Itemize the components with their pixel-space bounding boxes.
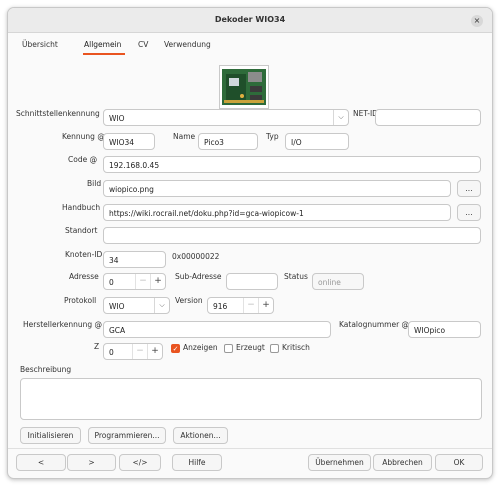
plus-icon[interactable]: + xyxy=(258,298,273,313)
handbuch-label: Handbuch xyxy=(62,203,101,212)
interface-label: Schnittstellenkennung xyxy=(16,109,100,118)
kritisch-label: Kritisch xyxy=(282,343,310,352)
close-button[interactable]: × xyxy=(471,15,483,27)
tab-allgemein[interactable]: Allgemein xyxy=(84,40,121,49)
minus-icon[interactable]: − xyxy=(243,298,258,313)
kennung-label: Kennung @ xyxy=(62,132,105,141)
prev-button[interactable]: < xyxy=(16,454,66,471)
adresse-value: 0 xyxy=(109,278,114,287)
titlebar: Dekoder WIO34 × xyxy=(8,8,492,33)
katalog-input[interactable]: WIOpico xyxy=(408,321,481,338)
abbrechen-button[interactable]: Abbrechen xyxy=(373,454,432,471)
initialisieren-button[interactable]: Initialisieren xyxy=(20,427,81,444)
z-spinner[interactable]: 0 − + xyxy=(103,343,163,360)
knoten-label: Knoten-ID xyxy=(65,250,103,259)
standort-input[interactable] xyxy=(103,227,481,244)
tab-cv[interactable]: CV xyxy=(138,40,148,49)
circuit-board-icon xyxy=(222,69,266,105)
aktionen-button[interactable]: Aktionen... xyxy=(173,427,228,444)
code-button[interactable]: </> xyxy=(119,454,161,471)
bild-input[interactable]: wiopico.png xyxy=(103,180,451,197)
handbuch-browse-button[interactable]: ... xyxy=(457,204,481,221)
ok-button[interactable]: OK xyxy=(435,454,483,471)
next-button[interactable]: > xyxy=(67,454,116,471)
protokoll-value: WIO xyxy=(109,302,125,311)
hersteller-label: Herstellerkennung @ xyxy=(23,320,103,329)
tab-uebersicht[interactable]: Übersicht xyxy=(22,40,58,49)
status-label: Status xyxy=(284,272,308,281)
window-title: Dekoder WIO34 xyxy=(214,15,286,24)
uebernehmen-button[interactable]: Übernehmen xyxy=(308,454,371,471)
active-tab-indicator xyxy=(83,53,125,55)
bild-label: Bild xyxy=(87,179,102,188)
minus-icon[interactable]: − xyxy=(132,344,147,359)
handbuch-input[interactable]: https://wiki.rocrail.net/doku.php?id=gca… xyxy=(103,204,451,221)
kritisch-checkbox[interactable] xyxy=(270,344,279,353)
status-field: online xyxy=(312,273,364,290)
interface-select[interactable]: WIO ⌵ xyxy=(103,109,349,126)
code-input[interactable]: 192.168.0.45 xyxy=(103,156,481,173)
z-value: 0 xyxy=(109,348,114,357)
typ-label: Typ xyxy=(266,132,279,141)
protokoll-select[interactable]: WIO ⌵ xyxy=(103,297,170,314)
beschreibung-textarea[interactable] xyxy=(20,378,482,420)
knoten-hex: 0x00000022 xyxy=(172,252,220,261)
tab-bar: Übersicht Allgemein CV Verwendung xyxy=(8,34,492,52)
plus-icon[interactable]: + xyxy=(150,274,165,289)
typ-input[interactable]: I/O xyxy=(285,133,349,150)
knoten-input[interactable]: 34 xyxy=(103,251,166,268)
erzeugt-checkbox[interactable] xyxy=(224,344,233,353)
anzeigen-checkbox[interactable]: ✓ xyxy=(171,344,180,353)
programmieren-button[interactable]: Programmieren... xyxy=(88,427,166,444)
plus-icon[interactable]: + xyxy=(147,344,162,359)
name-input[interactable]: Pico3 xyxy=(198,133,258,150)
netid-input[interactable] xyxy=(375,109,481,126)
protokoll-label: Protokoll xyxy=(64,296,97,305)
interface-value: WIO xyxy=(109,114,125,123)
subadresse-input[interactable] xyxy=(226,273,278,290)
version-value: 916 xyxy=(213,302,228,311)
adresse-spinner[interactable]: 0 − + xyxy=(103,273,166,290)
anzeigen-label: Anzeigen xyxy=(183,343,218,352)
erzeugt-label: Erzeugt xyxy=(236,343,265,352)
dialog-window: Dekoder WIO34 × Übersicht Allgemein CV V… xyxy=(7,7,493,479)
z-label: Z xyxy=(94,342,100,351)
chevron-down-icon[interactable]: ⌵ xyxy=(333,110,348,125)
version-label: Version xyxy=(175,296,203,305)
bild-browse-button[interactable]: ... xyxy=(457,180,481,197)
decoder-image xyxy=(219,65,269,109)
code-label: Code @ xyxy=(68,155,98,164)
name-label: Name xyxy=(173,132,196,141)
beschreibung-label: Beschreibung xyxy=(20,365,72,374)
standort-label: Standort xyxy=(65,226,98,235)
kennung-input[interactable]: WIO34 xyxy=(103,133,155,150)
version-spinner[interactable]: 916 − + xyxy=(207,297,274,314)
hersteller-input[interactable]: GCA xyxy=(103,321,331,338)
tab-verwendung[interactable]: Verwendung xyxy=(164,40,211,49)
adresse-label: Adresse xyxy=(69,272,99,281)
hilfe-button[interactable]: Hilfe xyxy=(172,454,222,471)
footer-divider xyxy=(8,448,492,449)
subadresse-label: Sub-Adresse xyxy=(175,272,222,281)
katalog-label: Katalognummer @ xyxy=(339,320,410,329)
minus-icon[interactable]: − xyxy=(135,274,150,289)
chevron-down-icon[interactable]: ⌵ xyxy=(154,298,169,313)
